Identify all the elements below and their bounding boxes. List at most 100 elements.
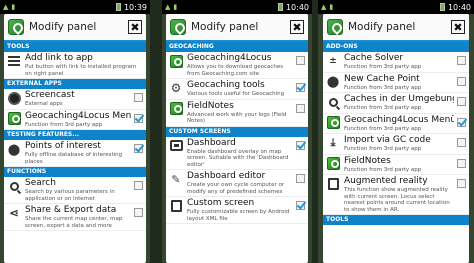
list-item-augmented-reality[interactable]: Augmented reality This function show augm…	[323, 175, 469, 215]
section-header-add-ons: ADD-ONS	[323, 42, 469, 52]
item-description: This function show augmented reality wit…	[344, 187, 450, 213]
list-item-add-link[interactable]: Add link to app Put button with link to i…	[4, 52, 146, 79]
section-header-external-apps: EXTERNAL APPS	[4, 79, 146, 89]
item-label: Search	[25, 178, 56, 188]
calculator-icon: ±	[329, 56, 337, 66]
list-item-points-of-interest[interactable]: ⬤ Points of interest Fully offline databa…	[4, 140, 146, 167]
close-button[interactable]: ✖	[451, 20, 465, 34]
list-item-new-cache-point[interactable]: ⬤ New Cache Point Function from 3rd party…	[323, 73, 469, 93]
close-button[interactable]: ✖	[128, 20, 142, 34]
item-label: FieldNotes	[344, 155, 391, 166]
share-icon: ⋖	[8, 206, 20, 220]
pin-icon: ⬤	[326, 75, 340, 88]
list-item-screencast[interactable]: Screencast External apps	[4, 89, 146, 110]
item-checkbox[interactable]	[457, 179, 466, 188]
item-checkbox[interactable]	[134, 208, 143, 217]
phone-screen-3: ▲ ▮ 10:40 Modify panel ✖ ADD-ONS ± Cache …	[318, 0, 474, 263]
item-label: New Cache Point	[344, 73, 420, 84]
list-item-fieldnotes[interactable]: FieldNotes Function from 3rd party app	[323, 155, 469, 175]
battery-icon	[115, 3, 121, 11]
list-item-share-export[interactable]: ⋖ Share & Export data Share the current m…	[4, 204, 146, 231]
geocaching4locus-icon	[7, 112, 21, 126]
item-label: Augmented reality	[344, 176, 428, 186]
list-item-caches-in-der-umgebung[interactable]: Caches in der Umgebung Function from 3rd …	[323, 93, 469, 114]
item-description: Create your own cycle computer or modify…	[187, 182, 285, 195]
item-checkbox[interactable]	[457, 138, 466, 147]
item-description: Fully customizable screen by Android lay…	[187, 209, 290, 222]
clock: 10:40	[285, 2, 309, 12]
locus-logo-icon	[327, 19, 343, 35]
item-checkbox[interactable]	[457, 158, 466, 168]
section-header-tools: TOOLS	[4, 42, 146, 52]
list-item-search[interactable]: Search Search by various parameters in ap…	[4, 177, 146, 204]
section-header-custom-screens: CUSTOM SCREENS	[166, 126, 308, 137]
section-header-testing-features: TESTING FEATURES...	[4, 130, 146, 140]
item-checkbox[interactable]	[457, 76, 466, 86]
list-item-geocaching-tools[interactable]: ⚙ Geocaching tools Various tools useful f…	[166, 79, 308, 100]
signal-icon: ▮	[329, 3, 334, 11]
status-bar: ▲ ▮ 10:40	[162, 0, 312, 14]
list-item-geocaching4locus-menu[interactable]: Geocaching4Locus Menü Function from 3rd p…	[323, 114, 469, 134]
geocaching4locus-icon	[326, 116, 340, 130]
modify-panel-dialog: Modify panel ✖ TOOLS Add link to app Put …	[4, 14, 146, 263]
item-label: Share & Export data	[25, 205, 117, 215]
item-description: Fully offline database of interesting pl…	[25, 152, 123, 165]
notification-icons: ▲ ▮	[3, 3, 114, 11]
dialog-header: Modify panel ✖	[323, 14, 469, 42]
item-checkbox[interactable]	[296, 201, 305, 210]
clock: 10:39	[123, 2, 147, 12]
screen-icon	[326, 177, 340, 191]
list-item-custom-screen[interactable]: Custom screen Fully customizable screen b…	[166, 197, 308, 224]
locus-logo-icon	[8, 19, 24, 35]
item-checkbox[interactable]	[457, 97, 466, 106]
item-description: Various tools useful for Geocaching	[187, 91, 285, 97]
item-label: Geocaching4Locus Menü	[344, 114, 454, 125]
item-description: Allows you to download geocaches from Ge…	[187, 64, 284, 77]
modify-panel-dialog: Modify panel ✖ GEOCACHING Geocaching4Loc…	[166, 14, 308, 263]
item-checkbox[interactable]	[134, 113, 143, 123]
dialog-title: Modify panel	[348, 21, 416, 33]
list-item-geocaching4locus-menu[interactable]: Geocaching4Locus Menü Function from 3rd p…	[4, 110, 146, 130]
list-item-dashboard-editor[interactable]: ✎ Dashboard editor Create your own cycle …	[166, 170, 308, 197]
list-item-geocaching4locus[interactable]: Geocaching4Locus Allows you to download g…	[166, 52, 308, 79]
item-checkbox[interactable]	[296, 56, 305, 65]
signal-icon: ▮	[11, 3, 16, 11]
list-item-import-via-gc-code[interactable]: ⤓ Import via GC code Function from 3rd pa…	[323, 134, 469, 155]
item-checkbox[interactable]	[457, 117, 466, 127]
item-checkbox[interactable]	[457, 56, 466, 65]
item-checkbox[interactable]	[134, 144, 143, 153]
item-checkbox[interactable]	[296, 140, 305, 150]
battery-icon	[277, 3, 283, 11]
geocaching4locus-icon	[169, 102, 183, 116]
geocaching4locus-icon	[169, 54, 183, 68]
list-item-cache-solver[interactable]: ± Cache Solver Function from 3rd party ap…	[323, 52, 469, 73]
list-item-fieldnotes[interactable]: FieldNotes Advanced work with your logs (…	[166, 100, 308, 127]
close-button[interactable]: ✖	[290, 20, 304, 34]
item-description: External apps	[25, 101, 63, 107]
item-checkbox[interactable]	[134, 93, 143, 102]
item-checkbox[interactable]	[134, 181, 143, 190]
download-icon: ⤓	[330, 136, 336, 149]
item-label: Caches in der Umgebung	[344, 94, 454, 104]
dialog-header: Modify panel ✖	[166, 14, 308, 42]
wifi-icon: ▲	[321, 3, 327, 11]
item-label: Screencast	[25, 90, 75, 100]
item-label: Custom screen	[187, 198, 255, 208]
section-header-geocaching: GEOCACHING	[166, 42, 308, 52]
phone-screen-1: ▲ ▮ 10:39 Modify panel ✖ TOOLS Add link t…	[0, 0, 150, 263]
close-icon: ✖	[292, 20, 302, 34]
item-checkbox[interactable]	[296, 174, 305, 183]
search-icon	[326, 95, 340, 109]
wifi-icon: ▲	[165, 3, 171, 11]
dialog-header: Modify panel ✖	[4, 14, 146, 42]
section-header-functions: FUNCTIONS	[4, 167, 146, 177]
item-label: Geocaching4Locus Menü	[25, 110, 131, 121]
item-checkbox[interactable]	[296, 83, 305, 92]
item-description: Function from 3rd party app	[344, 146, 422, 152]
item-description: Search by various parameters in applicat…	[25, 189, 115, 202]
list-item-dashboard[interactable]: Dashboard Enable dashboard overlay on map…	[166, 137, 308, 170]
item-description: Advanced work with your logs (Field Note…	[187, 111, 287, 125]
item-checkbox[interactable]	[296, 103, 305, 113]
section-header-tools: TOOLS	[323, 215, 469, 225]
pencil-icon: ✎	[171, 172, 181, 186]
